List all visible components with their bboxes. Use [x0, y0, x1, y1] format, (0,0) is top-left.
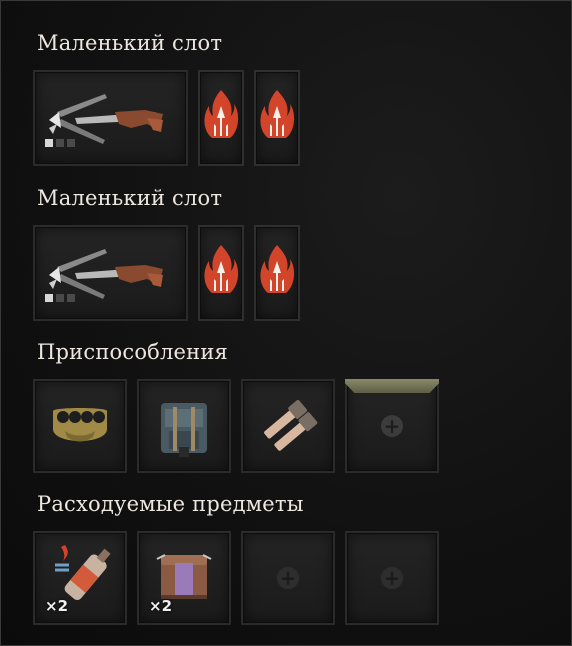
gadget-slot-4-empty[interactable]: + — [345, 379, 439, 473]
ammo-slot-1b[interactable] — [254, 70, 300, 166]
consumable-slot-1[interactable]: ×2 — [33, 531, 127, 625]
consumable-slot-4-empty[interactable]: + — [345, 531, 439, 625]
crossbow-icon — [49, 249, 163, 299]
ammo-slot-2b[interactable] — [254, 225, 300, 321]
consumable-slot-2[interactable]: ×2 — [137, 531, 231, 625]
fire-bolt-icon — [204, 90, 239, 138]
weapon-slot-crossbow-2[interactable] — [33, 225, 188, 321]
fire-bolt-icon — [260, 90, 295, 138]
loadout-panel: Маленький слот Маленький слот Приспособл… — [0, 0, 572, 646]
section-title-consumables: Расходуемые предметы — [37, 492, 304, 516]
gadget-slot-1[interactable] — [33, 379, 127, 473]
upgrade-pip — [56, 139, 64, 147]
gadget-slot-2[interactable] — [137, 379, 231, 473]
add-icon: + — [381, 567, 403, 589]
add-icon: + — [381, 415, 403, 437]
upgrade-pip — [45, 139, 53, 147]
gadget-slot-3[interactable] — [241, 379, 335, 473]
ammo-slot-2a[interactable] — [198, 225, 244, 321]
upgrade-pip — [45, 294, 53, 302]
upgrade-pip — [56, 294, 64, 302]
add-icon: + — [277, 567, 299, 589]
ammo-slot-1a[interactable] — [198, 70, 244, 166]
highlight-tab — [345, 379, 439, 393]
consumable-slot-3-empty[interactable]: + — [241, 531, 335, 625]
section-title-gadgets: Приспособления — [37, 340, 229, 364]
upgrade-level-indicator — [45, 294, 75, 302]
item-count: ×2 — [149, 597, 173, 615]
stun-grenades-icon — [264, 400, 318, 451]
item-count: ×2 — [45, 597, 69, 615]
crossbow-icon — [49, 94, 163, 144]
fire-bolt-icon — [204, 245, 239, 293]
weapon-slot-crossbow-1[interactable] — [33, 70, 188, 166]
brass-knuckles-icon — [53, 408, 107, 442]
backpack-icon — [161, 403, 207, 457]
upgrade-pip — [67, 139, 75, 147]
section-title-small-slot-1: Маленький слот — [37, 31, 223, 55]
fire-bolt-icon — [260, 245, 295, 293]
section-title-small-slot-2: Маленький слот — [37, 186, 223, 210]
upgrade-pip — [67, 294, 75, 302]
upgrade-level-indicator — [45, 139, 75, 147]
